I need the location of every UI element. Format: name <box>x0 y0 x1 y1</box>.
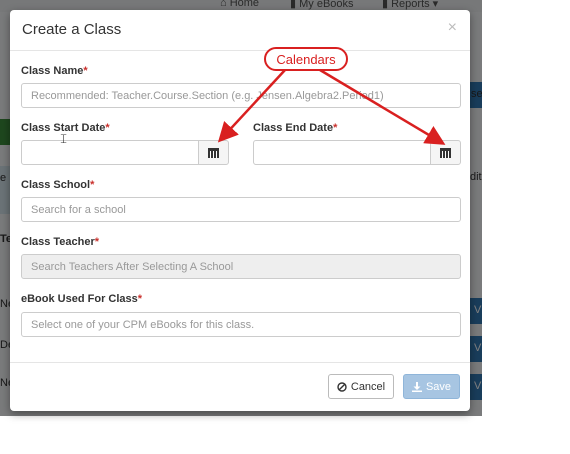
required-marker: * <box>333 122 338 134</box>
start-date-calendar-button[interactable] <box>198 140 229 165</box>
start-date-input[interactable] <box>21 140 199 165</box>
ebook-label: eBook Used For Class* <box>21 293 142 305</box>
class-name-input[interactable] <box>21 83 461 108</box>
download-icon <box>411 381 422 392</box>
end-date-group <box>253 140 461 165</box>
class-school-label-text: Class School <box>21 179 91 191</box>
end-date-label: Class End Date* <box>253 122 337 134</box>
required-marker: * <box>137 293 143 305</box>
save-label: Save <box>425 380 452 393</box>
text-cursor-icon: 𝙸 <box>59 131 69 146</box>
calendar-icon <box>208 147 219 158</box>
calendars-callout: Calendars <box>264 47 348 71</box>
create-class-modal: Create a Class × Class Name* Class Start… <box>10 10 470 411</box>
class-name-label-text: Class Name <box>21 65 84 77</box>
cancel-label: Cancel <box>350 380 386 393</box>
modal-title: Create a Class <box>22 21 122 38</box>
end-date-calendar-button[interactable] <box>430 140 461 165</box>
required-marker: * <box>83 65 88 77</box>
required-marker: * <box>94 236 100 248</box>
required-marker: * <box>90 179 95 191</box>
class-teacher-label-text: Class Teacher <box>21 236 95 248</box>
ebook-select-input[interactable] <box>21 312 461 337</box>
end-date-label-text: Class End Date <box>253 122 334 134</box>
save-button[interactable]: Save <box>403 374 460 399</box>
modal-header: Create a Class × <box>10 10 470 51</box>
calendar-icon <box>440 147 451 158</box>
class-teacher-label: Class Teacher* <box>21 236 99 248</box>
ban-icon <box>337 381 347 392</box>
class-school-label: Class School* <box>21 179 94 191</box>
school-search-input[interactable] <box>21 197 461 222</box>
modal-footer <box>10 362 470 412</box>
required-marker: * <box>105 122 110 134</box>
start-date-group <box>21 140 229 165</box>
close-icon[interactable]: × <box>448 19 457 37</box>
class-name-label: Class Name* <box>21 65 88 77</box>
ebook-label-text: eBook Used For Class <box>21 293 138 305</box>
teacher-search-input <box>21 254 461 279</box>
end-date-input[interactable] <box>253 140 431 165</box>
cancel-button[interactable]: Cancel <box>328 374 394 399</box>
